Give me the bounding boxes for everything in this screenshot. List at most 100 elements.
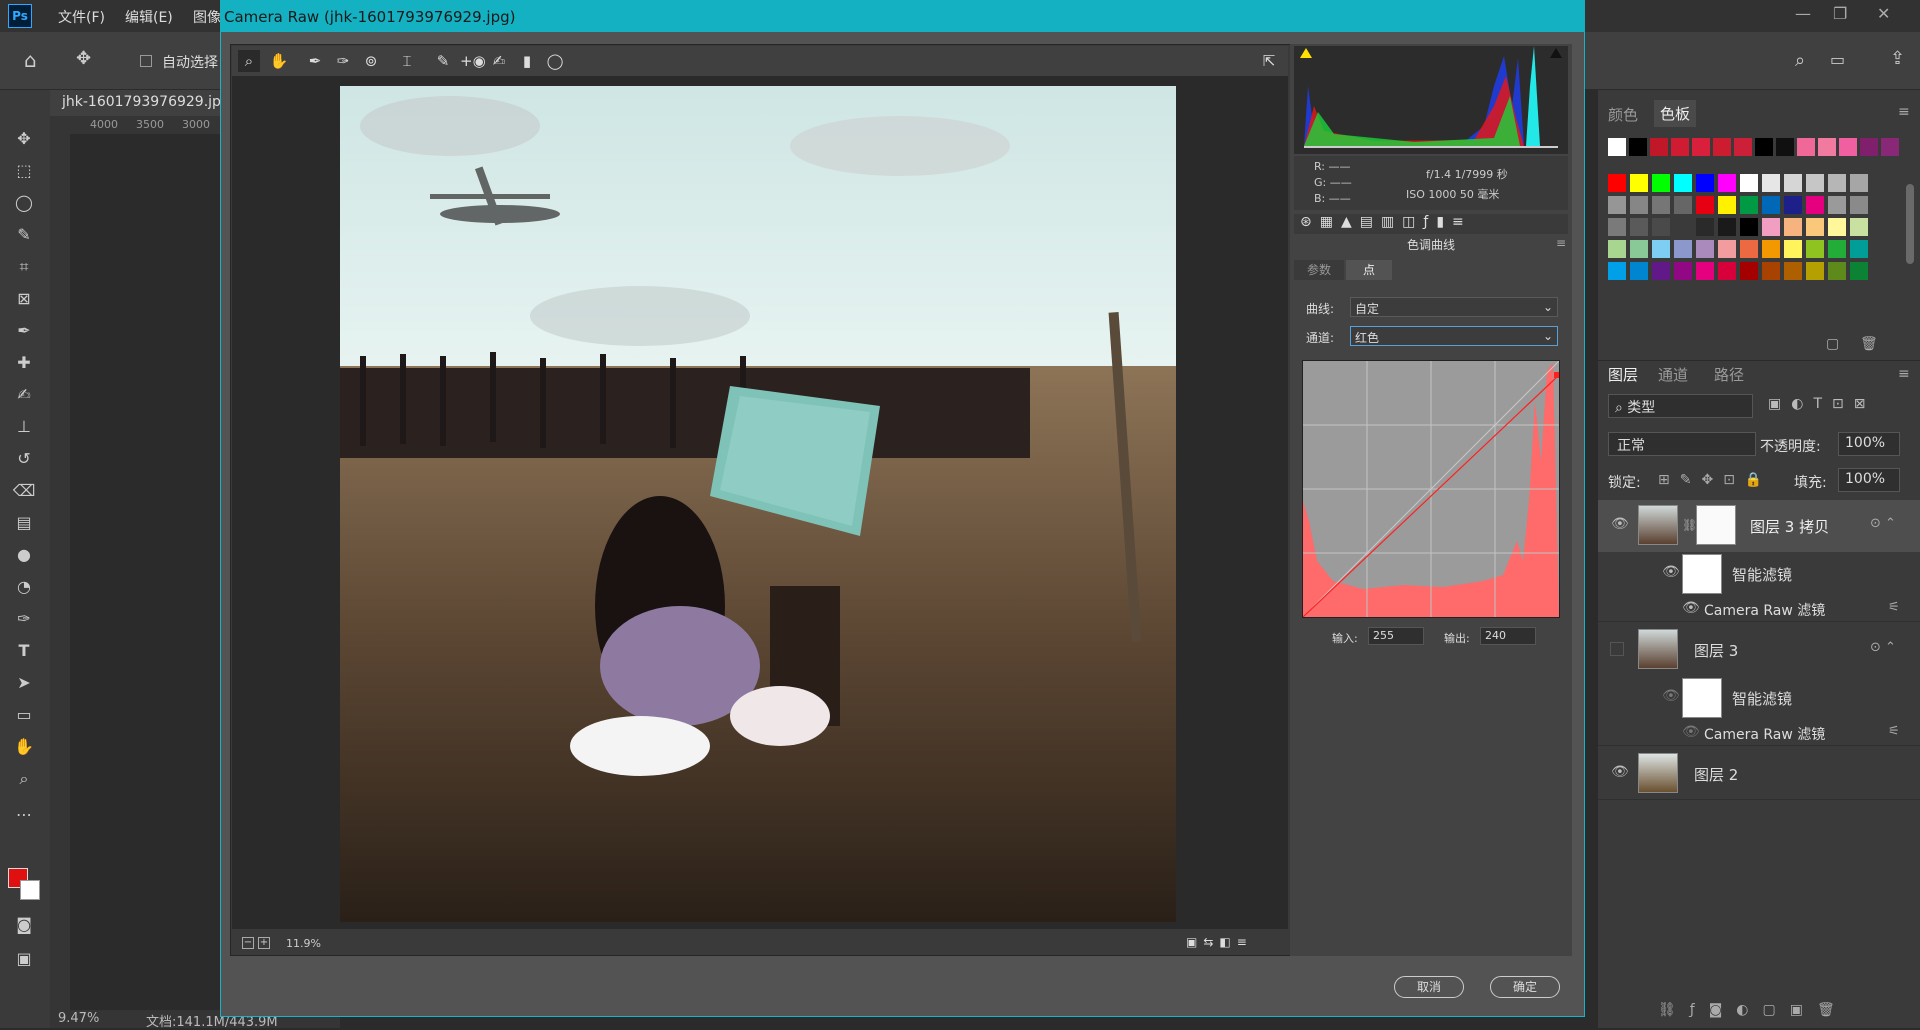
swatch[interactable] [1630,196,1648,214]
tab-point[interactable]: 点 [1346,260,1392,280]
swatch[interactable] [1608,262,1626,280]
close-icon[interactable]: ✕ [1877,4,1890,23]
lasso-icon[interactable]: ◯ [10,190,38,216]
swatch[interactable] [1696,218,1714,236]
swatch[interactable] [1806,240,1824,258]
visibility-eye-icon[interactable]: 👁 [1662,564,1680,580]
swatch[interactable] [1762,240,1780,258]
swatch[interactable] [1630,174,1648,192]
zoom-out-icon[interactable]: − [242,937,254,949]
new-swatch-icon[interactable]: ▢ [1826,336,1839,352]
healing-icon[interactable]: ✚ [10,350,38,376]
section-menu-icon[interactable]: ≡ [1556,236,1566,250]
swatch[interactable] [1740,262,1758,280]
swatch[interactable] [1608,196,1626,214]
radial-filter-icon[interactable]: ◯ [544,50,566,72]
swatch[interactable] [1674,218,1692,236]
tone-curve-graph[interactable] [1302,360,1560,618]
tab-paths[interactable]: 路径 [1714,364,1744,385]
move-tool-icon[interactable]: ✥ [76,48,91,69]
swatch[interactable] [1784,174,1802,192]
opacity-input[interactable]: 100% [1838,432,1900,456]
swatch[interactable] [1818,138,1836,156]
zoom-icon[interactable]: ⌕ [10,766,38,792]
crop-icon[interactable]: ⌗ [10,254,38,280]
swatch[interactable] [1740,174,1758,192]
swatch[interactable] [1713,138,1731,156]
swatch[interactable] [1762,262,1780,280]
swatch[interactable] [1850,262,1868,280]
swatch[interactable] [1718,240,1736,258]
layer-filter-select[interactable]: ⌕ 类型 [1608,394,1753,418]
tab-channels[interactable]: 通道 [1658,364,1688,385]
swatch[interactable] [1806,262,1824,280]
swatch[interactable] [1828,174,1846,192]
swatch[interactable] [1828,218,1846,236]
highlight-clip-icon[interactable] [1550,48,1562,58]
link-icon[interactable]: ⛓ [1682,518,1697,532]
layer-name[interactable]: 图层 2 [1694,764,1738,785]
red-eye-icon[interactable]: +◉ [460,50,486,72]
preview-photo[interactable] [340,86,1176,922]
filter-entry-row[interactable]: 👁 Camera Raw 滤镜 ⚟ [1598,596,1920,622]
view-mode-icons[interactable]: ▣⇆◧≡ [1186,935,1253,949]
curve-select[interactable]: 自定 ⌄ [1350,297,1558,317]
zoom-level[interactable]: 9.47% [58,1011,99,1026]
visibility-eye-icon[interactable]: 👁 [1611,764,1629,780]
spot-removal-icon[interactable]: ✎ [432,50,454,72]
swatch[interactable] [1696,240,1714,258]
swatch[interactable] [1806,174,1824,192]
fullscreen-icon[interactable]: ⇱ [1258,50,1280,72]
white-balance-icon[interactable]: ✒ [304,50,326,72]
trash-icon[interactable]: 🗑 [1860,336,1878,352]
quick-select-icon[interactable]: ✎ [10,222,38,248]
swatch[interactable] [1762,174,1780,192]
input-field[interactable]: 255 [1368,627,1424,645]
swatch[interactable] [1839,138,1857,156]
swatch[interactable] [1806,218,1824,236]
minimize-icon[interactable]: — [1795,4,1811,23]
preview-zoom[interactable]: 11.9% [286,937,321,950]
layer-footer-icons[interactable]: ⛓ƒ◙◐▢▣🗑 [1658,1002,1849,1018]
swatch[interactable] [1850,174,1868,192]
swatch[interactable] [1784,262,1802,280]
frame-icon[interactable]: ⊠ [10,286,38,312]
swatch[interactable] [1860,138,1878,156]
more-tools-icon[interactable]: ⋯ [10,802,38,828]
screen-mode-icon[interactable]: ▣ [10,946,38,972]
swatch[interactable] [1740,196,1758,214]
filter-options-icon[interactable]: ⚟ [1888,600,1900,615]
swatch[interactable] [1652,196,1670,214]
swatch[interactable] [1718,174,1736,192]
swatch[interactable] [1740,218,1758,236]
swatch[interactable] [1696,262,1714,280]
swatch[interactable] [1828,240,1846,258]
output-field[interactable]: 240 [1480,627,1536,645]
swatch[interactable] [1652,218,1670,236]
stamp-icon[interactable]: ⊥ [10,414,38,440]
target-adjust-icon[interactable]: ⊚ [360,50,382,72]
dodge-icon[interactable]: ◔ [10,574,38,600]
document-tab[interactable]: jhk-1601793976929.jpg [50,90,230,116]
visibility-eye-icon[interactable]: 👁 [1682,600,1700,616]
history-brush-icon[interactable]: ↺ [10,446,38,472]
menu-edit[interactable]: 编辑(E) [125,7,173,27]
swatch[interactable] [1696,196,1714,214]
swatch[interactable] [1692,138,1710,156]
graduated-filter-icon[interactable]: ▮ [516,50,538,72]
cancel-button[interactable]: 取消 [1394,976,1464,998]
blur-icon[interactable]: ● [10,542,38,568]
home-icon[interactable]: ⌂ [24,48,37,72]
adjustment-brush-icon[interactable]: ✍ [488,50,510,72]
swatch-scrollbar[interactable] [1906,184,1914,264]
hand-icon[interactable]: ✋ [10,734,38,760]
swatch[interactable] [1608,138,1626,156]
layer-row[interactable]: 👁 图层 2 [1598,748,1920,800]
swatch[interactable] [1608,174,1626,192]
move-icon[interactable]: ✥ [10,126,38,152]
swatch[interactable] [1652,240,1670,258]
swatch[interactable] [1718,262,1736,280]
visibility-eye-icon[interactable]: 👁 [1682,724,1700,740]
type-icon[interactable]: T [10,638,38,664]
swatch[interactable] [1784,218,1802,236]
